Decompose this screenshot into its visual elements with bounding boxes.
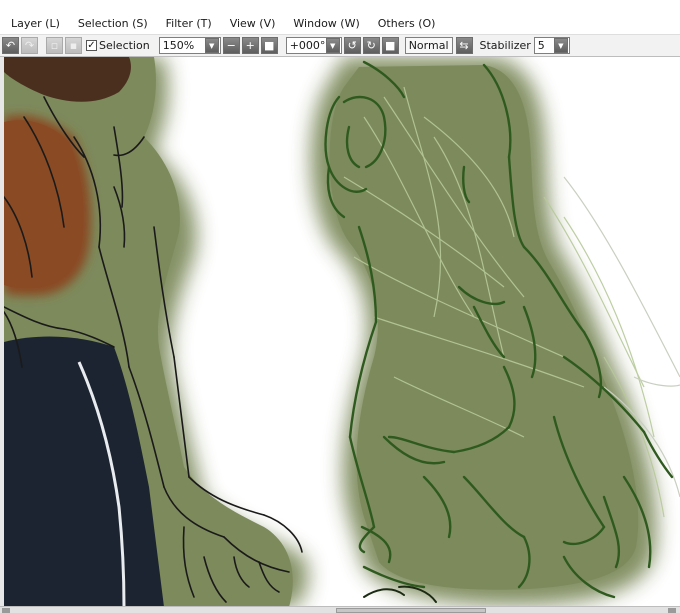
rotate-right-button[interactable]: ↻ xyxy=(362,37,380,54)
rotate-reset-button[interactable]: ■ xyxy=(381,37,399,54)
scroll-right-arrow[interactable] xyxy=(668,608,676,613)
zoom-dropdown-button[interactable]: ▼ xyxy=(204,38,219,53)
menu-filter[interactable]: Filter (T) xyxy=(156,17,220,30)
artwork xyxy=(4,57,680,607)
invert-selection-button[interactable]: ▪ xyxy=(65,37,82,54)
flip-icon: ⇆ xyxy=(459,39,469,52)
square-icon: ■ xyxy=(385,39,396,52)
redo-icon: ↷ xyxy=(24,39,35,52)
blend-mode-field[interactable]: Normal xyxy=(404,37,453,54)
invert-selection-icon: ▪ xyxy=(69,39,78,52)
undo-icon: ↶ xyxy=(5,39,16,52)
rotate-right-icon: ↻ xyxy=(366,39,376,52)
blend-mode-value: Normal xyxy=(408,39,449,52)
chevron-down-icon: ▼ xyxy=(330,41,336,50)
menu-window[interactable]: Window (W) xyxy=(283,17,367,30)
zoom-reset-button[interactable]: ■ xyxy=(260,37,278,54)
stabilizer-dropdown-button[interactable]: ▼ xyxy=(553,38,568,53)
chevron-down-icon: ▼ xyxy=(558,41,564,50)
selection-label: Selection xyxy=(99,39,150,52)
drawing-canvas[interactable] xyxy=(4,57,680,607)
rotate-left-button[interactable]: ↺ xyxy=(343,37,361,54)
zoom-in-button[interactable]: + xyxy=(241,37,259,54)
rotation-dropdown-button[interactable]: ▼ xyxy=(325,38,340,53)
deselect-button[interactable]: ▫ xyxy=(46,37,63,54)
menu-view[interactable]: View (V) xyxy=(220,17,284,30)
stabilizer-label: Stabilizer xyxy=(479,39,531,52)
stabilizer-value: 5 xyxy=(537,39,545,52)
menu-layer[interactable]: Layer (L) xyxy=(0,17,68,30)
chevron-down-icon: ▼ xyxy=(209,41,215,50)
plus-icon: + xyxy=(245,39,255,52)
menu-others[interactable]: Others (O) xyxy=(368,17,444,30)
menu-selection[interactable]: Selection (S) xyxy=(68,17,156,30)
redo-button[interactable]: ↷ xyxy=(21,37,38,54)
rotation-value: +000° xyxy=(289,39,326,52)
selection-checkbox[interactable]: ✓ xyxy=(86,40,97,51)
scroll-thumb[interactable] xyxy=(336,608,486,613)
undo-button[interactable]: ↶ xyxy=(2,37,19,54)
flip-button[interactable]: ⇆ xyxy=(455,37,473,54)
zoom-out-button[interactable]: − xyxy=(222,37,240,54)
title-strip xyxy=(0,0,680,12)
selection-toggle[interactable]: ✓ Selection xyxy=(86,39,150,52)
zoom-value: 150% xyxy=(162,39,195,52)
deselect-icon: ▫ xyxy=(50,39,59,52)
toolbar: ↶ ↷ ▫ ▪ ✓ Selection 150% ▼ − + ■ +000° ▼… xyxy=(0,34,680,57)
rotate-left-icon: ↺ xyxy=(347,39,357,52)
scroll-left-arrow[interactable] xyxy=(2,608,10,613)
square-icon: ■ xyxy=(264,39,275,52)
menu-bar: Layer (L) Selection (S) Filter (T) View … xyxy=(0,12,680,34)
horizontal-scrollbar[interactable] xyxy=(0,606,680,613)
minus-icon: − xyxy=(226,39,236,52)
